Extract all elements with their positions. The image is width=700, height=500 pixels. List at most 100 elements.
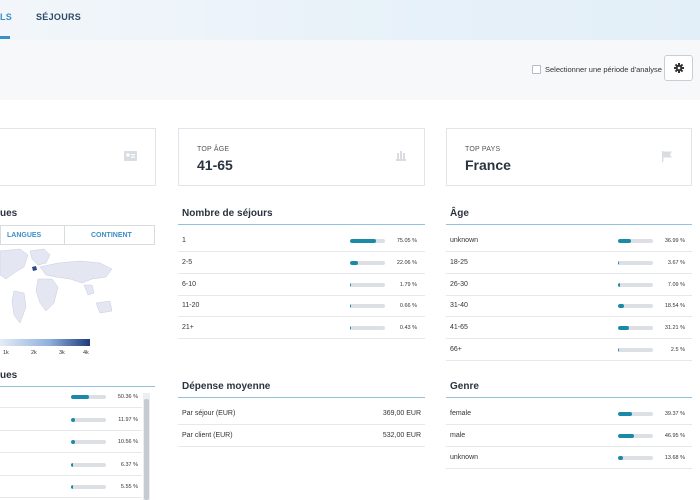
row-bar-fill	[618, 282, 621, 287]
row-percent: 6.37 %	[120, 461, 138, 468]
list-item: 31-40 18.54 %	[446, 295, 692, 318]
row-bar	[618, 326, 653, 331]
row-amount: 532,00 EUR	[382, 432, 421, 439]
row-bar	[618, 239, 653, 243]
card-partial	[0, 128, 156, 186]
row-bar-fill	[71, 485, 73, 490]
row-label: male	[450, 431, 466, 439]
row-bar-fill	[618, 455, 623, 460]
list-item: male 46.95 %	[446, 425, 692, 447]
flag-icon	[662, 151, 672, 162]
row-label: 1	[182, 237, 186, 244]
row-bar	[71, 485, 106, 490]
card-label: TOP PAYS	[465, 146, 501, 153]
top-nav-bar: LS SÉJOURS	[0, 0, 700, 40]
settings-button[interactable]	[664, 55, 693, 81]
list-item: Par client (EUR) 532,00 EUR	[178, 425, 425, 447]
row-bar-fill	[618, 433, 635, 438]
tab-langues[interactable]: LANGUES	[7, 232, 41, 239]
row-amount: 369,00 EUR	[382, 410, 421, 417]
id-card-icon	[124, 151, 137, 161]
row-bar-fill	[71, 395, 89, 399]
tab-continent[interactable]: CONTINENT	[91, 232, 132, 239]
geo-list-scroll-thumb[interactable]	[144, 399, 149, 500]
period-selector[interactable]: Selectionner une période d'analyse	[532, 65, 662, 74]
row-percent: 11.97 %	[118, 416, 138, 423]
row-percent: 5.55 %	[120, 484, 138, 491]
legend-tick: 4k	[83, 350, 89, 356]
row-bar-fill	[350, 260, 358, 265]
row-label: 41-65	[450, 324, 468, 332]
row-percent: 31.21 %	[664, 325, 685, 332]
row-bar	[618, 304, 653, 309]
row-bar-fill	[350, 304, 351, 309]
row-bar	[350, 326, 385, 331]
row-percent: 36.99 %	[664, 238, 685, 244]
row-bar	[618, 282, 653, 287]
legend-tick: 3k	[59, 350, 65, 356]
list-item: 41-65 31.21 %	[446, 317, 692, 340]
legend-tick: 2k	[31, 350, 37, 356]
sejours-title: Nombre de séjours	[182, 208, 273, 219]
gear-icon	[673, 63, 684, 73]
card-value: France	[465, 157, 511, 173]
period-checkbox[interactable]	[532, 65, 541, 74]
row-percent: 7.09 %	[667, 281, 685, 288]
row-bar	[71, 462, 106, 467]
row-bar-fill	[71, 462, 74, 467]
row-bar	[618, 260, 653, 265]
row-label: unknown	[450, 237, 479, 244]
row-bar	[350, 239, 385, 243]
row-percent: 1.79 %	[399, 281, 417, 288]
row-bar-fill	[350, 326, 351, 331]
list-item: female 39.37 %	[446, 403, 692, 425]
geo-section-title: ues	[0, 208, 18, 219]
geo-tabs: LANGUES CONTINENT	[0, 225, 155, 245]
row-percent: 0.66 %	[399, 303, 417, 310]
row-bar-fill	[350, 282, 351, 287]
list-item: 2-5 22.06 %	[178, 252, 425, 274]
list-item: unknown 13.68 %	[446, 447, 692, 469]
world-map[interactable]	[0, 245, 120, 337]
row-bar	[618, 455, 653, 460]
list-item: 21+ 0.43 %	[178, 317, 425, 340]
row-percent: 3.67 %	[667, 259, 685, 266]
row-bar-fill	[618, 326, 629, 331]
row-bar	[350, 304, 385, 309]
row-percent: 22.06 %	[396, 259, 417, 266]
row-bar-fill	[618, 412, 632, 416]
list-item: 6-10 1.79 %	[178, 274, 425, 296]
list-item: Par séjour (EUR) 369,00 EUR	[178, 403, 425, 425]
card-value: 41-65	[197, 157, 233, 173]
depense-title: Dépense moyenne	[182, 381, 271, 392]
list-item: 10.56 %	[0, 431, 142, 454]
row-bar-fill	[618, 239, 631, 243]
row-percent: 18.54 %	[664, 303, 685, 310]
row-percent: 46.95 %	[664, 432, 685, 439]
row-label: Par séjour (EUR)	[182, 410, 236, 417]
row-label: 31-40	[450, 302, 468, 310]
list-item: 11-20 0.66 %	[178, 295, 425, 318]
map-legend-gradient	[0, 339, 90, 346]
row-percent: 0.43 %	[399, 325, 417, 332]
row-percent: 50.36 %	[117, 394, 138, 400]
row-bar-fill	[618, 260, 620, 265]
row-bar-fill	[71, 417, 76, 422]
list-item: 66+ 2.5 %	[446, 339, 692, 361]
row-label: unknown	[450, 453, 479, 461]
list-item: 26-30 7.09 %	[446, 274, 692, 296]
tab-sejours[interactable]: SÉJOURS	[36, 12, 81, 22]
row-bar	[71, 440, 106, 445]
row-bar	[71, 395, 106, 399]
period-label: Selectionner une période d'analyse	[545, 65, 662, 74]
age-title: Âge	[450, 208, 469, 219]
row-label: female	[450, 410, 472, 417]
row-label: 21+	[182, 324, 194, 332]
tab-details[interactable]: LS	[0, 12, 12, 22]
card-label: TOP ÂGE	[197, 146, 230, 153]
row-bar-fill	[618, 348, 619, 352]
list-item: 1 75.05 %	[178, 230, 425, 252]
row-label: 2-5	[182, 258, 193, 266]
row-label: 6-10	[182, 280, 197, 288]
list-item: 50.36 %	[0, 386, 142, 408]
